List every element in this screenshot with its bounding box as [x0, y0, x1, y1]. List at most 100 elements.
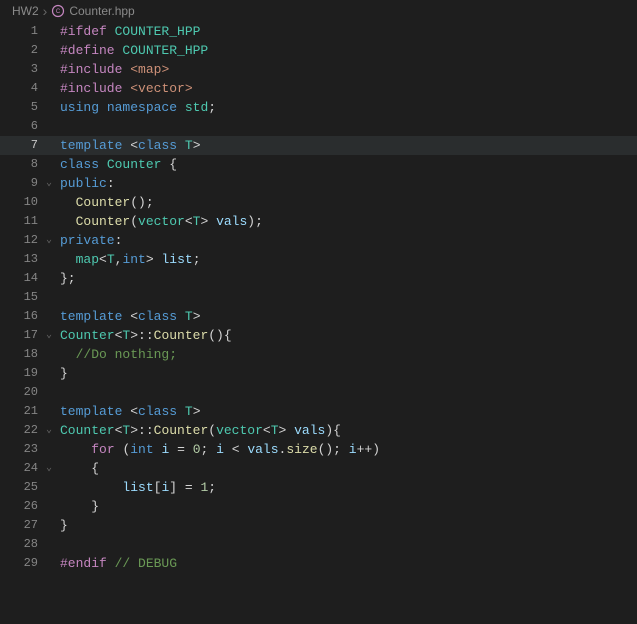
code-line[interactable]: 1 #ifdef COUNTER_HPP	[0, 22, 637, 41]
code-editor[interactable]: 1#ifdef COUNTER_HPP2#define COUNTER_HPP3…	[0, 22, 637, 573]
fold-icon	[42, 516, 56, 535]
line-number[interactable]: 27	[0, 516, 42, 535]
code-content[interactable]: public:	[56, 174, 115, 193]
line-number[interactable]: 26	[0, 497, 42, 516]
code-content[interactable]: #include <map>	[56, 60, 169, 79]
fold-icon[interactable]: ⌄	[42, 326, 56, 345]
line-number[interactable]: 8	[0, 155, 42, 174]
code-content[interactable]: template <class T>	[56, 136, 201, 155]
code-content[interactable]: #ifdef COUNTER_HPP	[56, 22, 200, 41]
code-line[interactable]: 21 template <class T>	[0, 402, 637, 421]
line-number[interactable]: 3	[0, 60, 42, 79]
code-content[interactable]: {	[56, 459, 99, 478]
line-number[interactable]: 17	[0, 326, 42, 345]
code-content[interactable]	[56, 117, 60, 136]
line-number[interactable]: 14	[0, 269, 42, 288]
code-content[interactable]: class Counter {	[56, 155, 177, 174]
line-number[interactable]: 13	[0, 250, 42, 269]
breadcrumb-folder[interactable]: HW2	[12, 4, 39, 18]
code-content[interactable]: Counter<T>::Counter(vector<T> vals){	[56, 421, 341, 440]
code-line[interactable]: 13 map<T,int> list;	[0, 250, 637, 269]
code-line[interactable]: 6	[0, 117, 637, 136]
code-content[interactable]: }	[56, 516, 68, 535]
line-number[interactable]: 6	[0, 117, 42, 136]
code-line[interactable]: 2 #define COUNTER_HPP	[0, 41, 637, 60]
code-line[interactable]: 10 Counter();	[0, 193, 637, 212]
code-line[interactable]: 20	[0, 383, 637, 402]
code-content[interactable]: //Do nothing;	[56, 345, 177, 364]
line-number[interactable]: 11	[0, 212, 42, 231]
code-line[interactable]: 17⌄Counter<T>::Counter(){	[0, 326, 637, 345]
code-content[interactable]	[56, 288, 60, 307]
code-line[interactable]: 24⌄ {	[0, 459, 637, 478]
fold-icon[interactable]: ⌄	[42, 231, 56, 250]
fold-icon	[42, 383, 56, 402]
line-number[interactable]: 24	[0, 459, 42, 478]
code-content[interactable]: template <class T>	[56, 402, 201, 421]
fold-icon	[42, 60, 56, 79]
fold-icon	[42, 193, 56, 212]
code-content[interactable]: private:	[56, 231, 122, 250]
code-line[interactable]: 18 //Do nothing;	[0, 345, 637, 364]
line-number[interactable]: 7	[0, 136, 42, 155]
fold-icon[interactable]: ⌄	[42, 174, 56, 193]
line-number[interactable]: 2	[0, 41, 42, 60]
fold-icon	[42, 212, 56, 231]
code-content[interactable]: #define COUNTER_HPP	[56, 41, 208, 60]
fold-icon[interactable]: ⌄	[42, 421, 56, 440]
code-line[interactable]: 29 #endif // DEBUG	[0, 554, 637, 573]
code-content[interactable]: template <class T>	[56, 307, 201, 326]
line-number[interactable]: 20	[0, 383, 42, 402]
line-number[interactable]: 12	[0, 231, 42, 250]
code-line[interactable]: 25 list[i] = 1;	[0, 478, 637, 497]
code-content[interactable]: }	[56, 497, 99, 516]
line-number[interactable]: 23	[0, 440, 42, 459]
line-number[interactable]: 22	[0, 421, 42, 440]
code-line[interactable]: 14};	[0, 269, 637, 288]
code-content[interactable]: #endif // DEBUG	[56, 554, 177, 573]
code-line[interactable]: 3 #include <map>	[0, 60, 637, 79]
line-number[interactable]: 16	[0, 307, 42, 326]
code-line[interactable]: 19}	[0, 364, 637, 383]
line-number[interactable]: 9	[0, 174, 42, 193]
fold-icon[interactable]: ⌄	[42, 459, 56, 478]
breadcrumb-file[interactable]: C Counter.hpp	[51, 4, 134, 18]
code-content[interactable]: #include <vector>	[56, 79, 193, 98]
code-content[interactable]: using namespace std;	[56, 98, 216, 117]
line-number[interactable]: 4	[0, 79, 42, 98]
code-content[interactable]	[56, 535, 60, 554]
code-content[interactable]: }	[56, 364, 68, 383]
code-line[interactable]: 15	[0, 288, 637, 307]
line-number[interactable]: 29	[0, 554, 42, 573]
code-content[interactable]: };	[56, 269, 76, 288]
code-content[interactable]: map<T,int> list;	[56, 250, 201, 269]
code-line[interactable]: 26 }	[0, 497, 637, 516]
line-number[interactable]: 18	[0, 345, 42, 364]
line-number[interactable]: 10	[0, 193, 42, 212]
code-line[interactable]: 9⌄public:	[0, 174, 637, 193]
code-line[interactable]: 12⌄private:	[0, 231, 637, 250]
code-line[interactable]: 22⌄Counter<T>::Counter(vector<T> vals){	[0, 421, 637, 440]
code-line[interactable]: 5 using namespace std;	[0, 98, 637, 117]
code-line[interactable]: 27}	[0, 516, 637, 535]
line-number[interactable]: 19	[0, 364, 42, 383]
code-content[interactable]: Counter<T>::Counter(){	[56, 326, 232, 345]
code-line[interactable]: 16 template <class T>	[0, 307, 637, 326]
code-line[interactable]: 7 template <class T>	[0, 136, 637, 155]
code-content[interactable]: for (int i = 0; i < vals.size(); i++)	[56, 440, 380, 459]
code-line[interactable]: 4 #include <vector>	[0, 79, 637, 98]
code-line[interactable]: 8 class Counter {	[0, 155, 637, 174]
code-line[interactable]: 11 Counter(vector<T> vals);	[0, 212, 637, 231]
code-content[interactable]: list[i] = 1;	[56, 478, 216, 497]
line-number[interactable]: 28	[0, 535, 42, 554]
code-line[interactable]: 28	[0, 535, 637, 554]
line-number[interactable]: 1	[0, 22, 42, 41]
code-content[interactable]	[56, 383, 60, 402]
line-number[interactable]: 21	[0, 402, 42, 421]
line-number[interactable]: 5	[0, 98, 42, 117]
line-number[interactable]: 25	[0, 478, 42, 497]
code-content[interactable]: Counter();	[56, 193, 154, 212]
code-line[interactable]: 23 for (int i = 0; i < vals.size(); i++)	[0, 440, 637, 459]
line-number[interactable]: 15	[0, 288, 42, 307]
code-content[interactable]: Counter(vector<T> vals);	[56, 212, 263, 231]
